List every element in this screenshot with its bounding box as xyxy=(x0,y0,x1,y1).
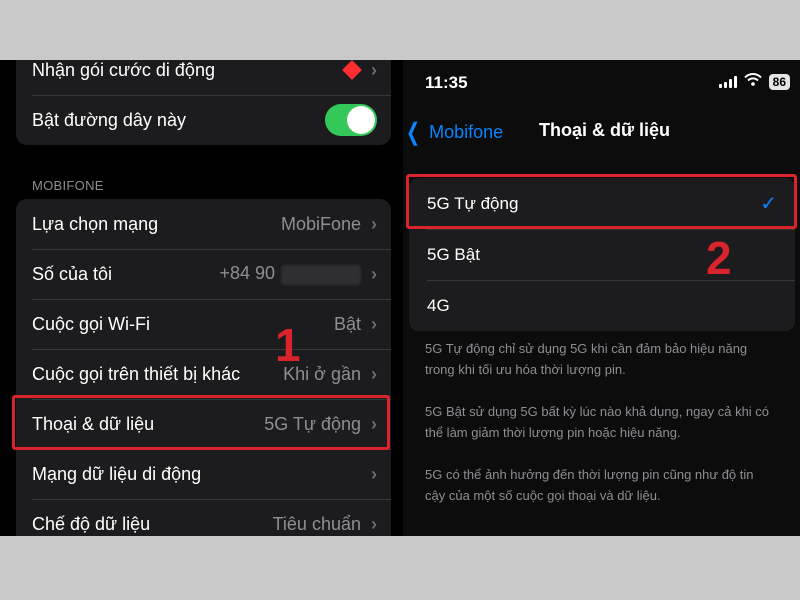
row-label: Số của tôi xyxy=(32,263,113,284)
option-label: 4G xyxy=(427,295,450,315)
screenshot-stage: Nhận gói cước di động › Bật đường dây nà… xyxy=(0,60,800,536)
row-value-wrap: +84 90 xyxy=(219,263,361,285)
row-value: MobiFone xyxy=(280,213,361,234)
step-number-1: 1 xyxy=(275,319,301,371)
line-settings-card: Nhận gói cước di động › Bật đường dây nà… xyxy=(16,60,391,145)
chevron-right-icon: › xyxy=(371,363,377,384)
signal-icon xyxy=(718,75,737,88)
row-cellular-data-network[interactable]: Mạng dữ liệu di động › xyxy=(16,449,391,499)
row-value: +84 90 xyxy=(219,263,275,284)
chevron-right-icon: › xyxy=(371,463,377,484)
back-button[interactable]: ❮ Mobifone xyxy=(403,118,503,147)
footnote-5g-on: 5G Bật sử dụng 5G bất kỳ lúc nào khả dụn… xyxy=(425,404,770,440)
row-label: Lựa chọn mạng xyxy=(32,213,159,234)
status-time: 11:35 xyxy=(425,73,468,92)
row-label: Nhận gói cước di động xyxy=(32,60,215,80)
back-label: Mobifone xyxy=(429,122,504,142)
row-calls-other-devices[interactable]: Cuộc gọi trên thiết bị khác Khi ở gần › xyxy=(16,349,391,399)
row-label: Bật đường dây này xyxy=(32,109,186,130)
row-receive-plan[interactable]: Nhận gói cước di động › xyxy=(16,60,391,95)
badge-icon xyxy=(342,60,362,80)
row-value: Bật xyxy=(333,313,361,334)
highlight-voice-data xyxy=(12,395,390,450)
left-settings-panel: Nhận gói cước di động › Bật đường dây nà… xyxy=(0,60,397,536)
page-title: Thoại & dữ liệu xyxy=(539,120,671,140)
battery-icon: 86 xyxy=(768,73,790,90)
back-chevron-icon: ❮ xyxy=(406,119,421,146)
status-icons: 86 xyxy=(718,73,790,90)
line-toggle[interactable] xyxy=(325,104,377,136)
row-network-selection[interactable]: Lựa chọn mạng MobiFone › xyxy=(16,199,391,249)
section-header: MOBIFONE xyxy=(32,178,104,193)
row-wifi-calling[interactable]: Cuộc gọi Wi-Fi Bật › xyxy=(16,299,391,349)
option-5g-on[interactable]: 5G Bật xyxy=(409,229,795,280)
chevron-right-icon: › xyxy=(371,213,377,234)
wifi-icon xyxy=(743,73,762,90)
option-4g[interactable]: 4G xyxy=(409,280,795,331)
redacted-number xyxy=(281,264,361,285)
row-turn-on-line[interactable]: Bật đường dây này xyxy=(16,95,391,145)
mobifone-settings-card: Lựa chọn mạng MobiFone › Số của tôi +84 … xyxy=(16,199,391,536)
chevron-right-icon: › xyxy=(371,60,377,80)
row-value: Tiêu chuẩn xyxy=(272,513,361,534)
highlight-5g-auto xyxy=(406,174,797,229)
row-data-mode[interactable]: Chế độ dữ liệu Tiêu chuẩn › xyxy=(16,499,391,536)
footnote-5g-auto: 5G Tự động chỉ sử dụng 5G khi cần đảm bả… xyxy=(425,341,748,377)
row-label: Chế độ dữ liệu xyxy=(32,513,151,534)
footnote-5g-battery: 5G có thể ảnh hưởng đến thời lượng pin c… xyxy=(425,467,754,503)
chevron-right-icon: › xyxy=(371,513,377,534)
step-number-2: 2 xyxy=(706,232,732,284)
chevron-right-icon: › xyxy=(371,263,377,284)
row-my-number[interactable]: Số của tôi +84 90 › xyxy=(16,249,391,299)
row-label: Mạng dữ liệu di động xyxy=(32,463,202,484)
row-label: Cuộc gọi trên thiết bị khác xyxy=(32,363,241,384)
right-voice-data-panel: 11:35 86 ❮ Mobifone Thoại & dữ liệu 5G T… xyxy=(403,60,800,536)
chevron-right-icon: › xyxy=(371,313,377,334)
